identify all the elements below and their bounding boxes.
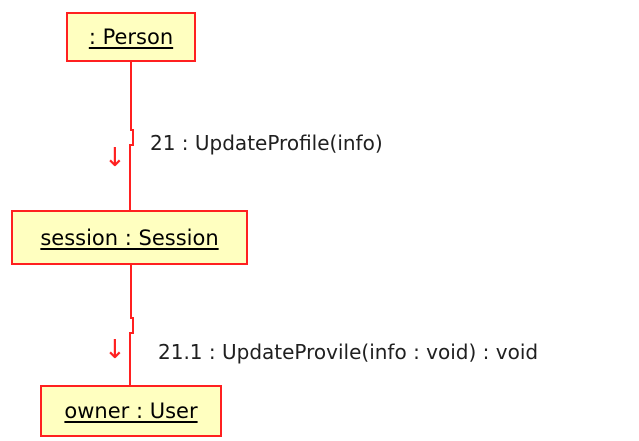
arrow-down-icon: ↓	[104, 335, 126, 365]
object-session-label: session : Session	[40, 225, 219, 250]
arrow-down-icon: ↓	[104, 143, 126, 173]
object-user[interactable]: owner : User	[40, 385, 222, 437]
message-label-update-profile: 21 : UpdateProfile(info)	[150, 131, 383, 155]
object-session[interactable]: session : Session	[11, 210, 248, 265]
message-label-update-provile: 21.1 : UpdateProvile(info : void) : void	[158, 340, 539, 364]
link-person-session	[129, 62, 134, 210]
object-person-label: : Person	[88, 25, 174, 49]
object-person[interactable]: : Person	[66, 12, 196, 62]
object-user-label: owner : User	[64, 399, 198, 423]
link-session-user	[129, 265, 134, 385]
